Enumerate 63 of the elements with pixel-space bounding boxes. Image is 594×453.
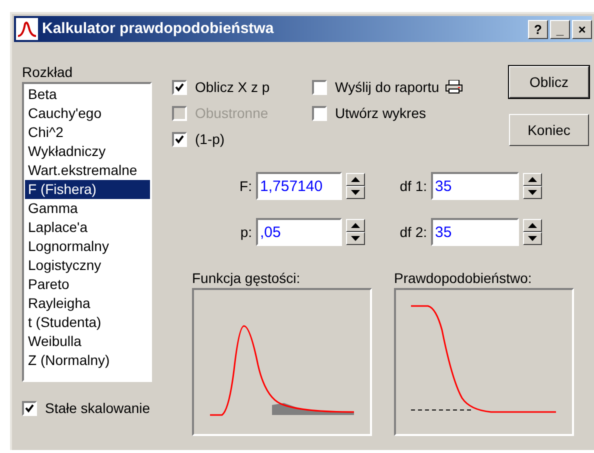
up-arrow-icon (528, 223, 537, 228)
up-arrow-icon (351, 177, 360, 182)
up-arrow-icon (528, 177, 537, 182)
checkbox[interactable] (312, 106, 327, 120)
field-label: p: (239, 222, 253, 242)
chart-label: Funkcja gęstości: (192, 269, 302, 288)
title-bar-button[interactable]: _ (550, 20, 570, 38)
field-label: df 2: (398, 222, 428, 242)
list-item[interactable]: Wart.ekstremalne (25, 161, 150, 180)
spin-up-button[interactable] (346, 173, 365, 186)
checkbox-label: (1-p) (195, 130, 225, 149)
down-arrow-icon (528, 190, 537, 195)
dialog-button[interactable]: Koniec (509, 114, 589, 146)
list-item[interactable]: Gamma (25, 199, 150, 218)
checkbox-label: Utwórz wykres (335, 104, 426, 123)
checkbox[interactable] (22, 400, 37, 416)
list-item[interactable]: Lognormalny (25, 237, 150, 256)
spin-up-button[interactable] (346, 219, 365, 232)
number-field[interactable]: 35 (431, 172, 519, 200)
list-item[interactable]: Rayleigha (25, 294, 150, 313)
list-item[interactable]: Z (Normalny) (25, 351, 150, 370)
checkbox-label: Oblicz X z p (195, 78, 270, 97)
number-field[interactable]: 1,757140 (256, 172, 342, 200)
up-arrow-icon (351, 223, 360, 228)
down-arrow-icon (351, 190, 360, 195)
checkbox-label: Obustronne (195, 104, 268, 122)
checkbox[interactable] (312, 80, 327, 94)
window-title: Kalkulator prawdopodobieństwa (42, 18, 275, 39)
number-field[interactable]: ,05 (256, 218, 342, 246)
spin-down-button[interactable] (523, 186, 542, 199)
checkbox-label: Stałe skalowanie (45, 398, 150, 418)
list-item[interactable]: Weibulla (25, 332, 150, 351)
list-item[interactable]: Chi^2 (25, 123, 150, 142)
chart-label: Prawdopodobieństwo: (394, 269, 533, 288)
spin-down-button[interactable] (346, 186, 365, 199)
list-item[interactable]: Pareto (25, 275, 150, 294)
checkbox[interactable] (172, 132, 187, 146)
field-label: F: (238, 176, 253, 196)
down-arrow-icon (351, 236, 360, 241)
title-bar-button[interactable]: ? (528, 20, 548, 38)
number-field[interactable]: 35 (431, 218, 519, 246)
list-item[interactable]: Wykładniczy (25, 142, 150, 161)
spin-down-button[interactable] (346, 232, 365, 245)
checkbox-label: Wyślij do raportu (335, 78, 440, 97)
list-item[interactable]: t (Studenta) (25, 313, 150, 332)
check-icon (175, 134, 184, 144)
spin-up-button[interactable] (523, 219, 542, 232)
title-bar-button[interactable]: × (572, 20, 592, 38)
checkbox[interactable] (172, 80, 187, 94)
check-icon (175, 82, 184, 92)
list-item[interactable]: F (Fishera) (25, 180, 150, 199)
list-item[interactable]: Laplace'a (25, 218, 150, 237)
list-label: Rozkład (22, 63, 74, 82)
dialog-button[interactable]: Oblicz (509, 66, 589, 98)
down-arrow-icon (528, 236, 537, 241)
spin-up-button[interactable] (523, 173, 542, 186)
list-item[interactable]: Beta (25, 85, 150, 104)
field-label: df 1: (398, 176, 428, 196)
app-icon (16, 18, 38, 40)
spin-down-button[interactable] (523, 232, 542, 245)
list-item[interactable]: Cauchy'ego (25, 104, 150, 123)
list-item[interactable]: Logistyczny (25, 256, 150, 275)
check-icon (25, 404, 34, 412)
